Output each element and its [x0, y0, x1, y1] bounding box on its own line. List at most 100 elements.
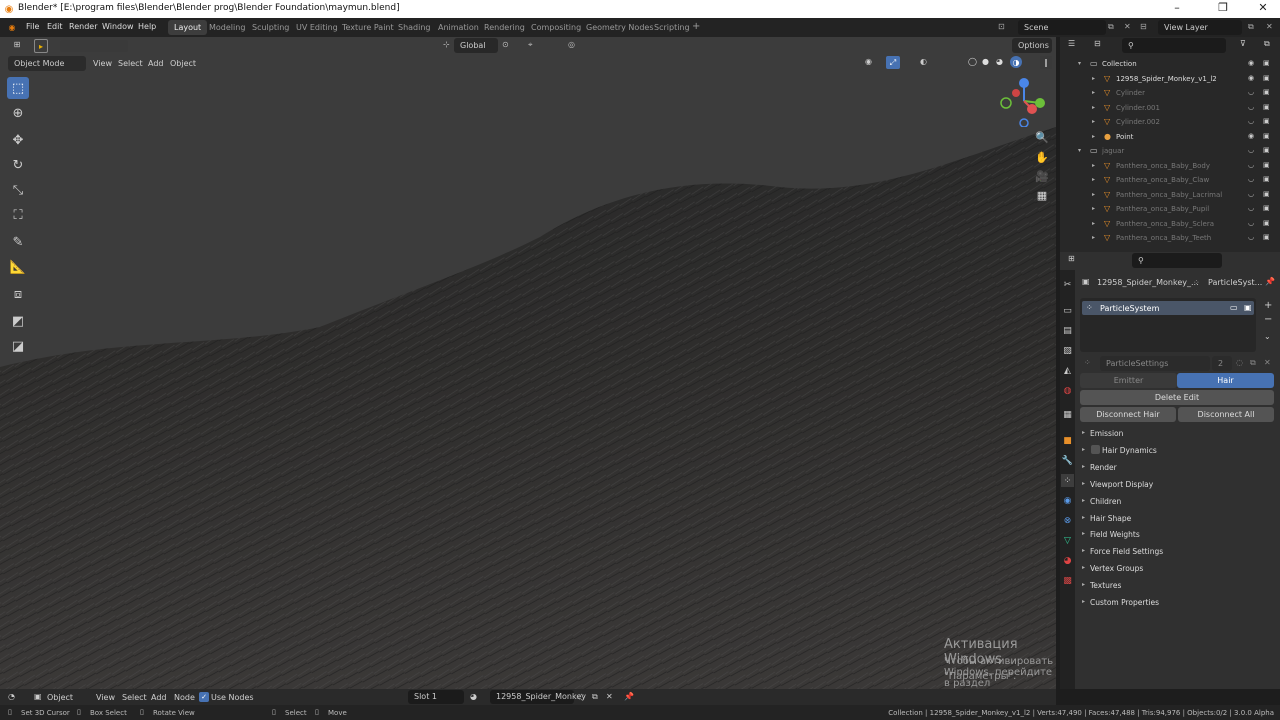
- expand-arrow-icon[interactable]: ▸: [1092, 75, 1095, 82]
- outliner-row[interactable]: ▸ ▽ Cylinder.001 ◡ ▣: [1060, 102, 1278, 116]
- physics-tab-icon[interactable]: ◉: [1061, 494, 1074, 507]
- render-camera-icon[interactable]: ▣: [1263, 204, 1270, 212]
- pin-material-icon[interactable]: 📌: [624, 692, 634, 701]
- scene-tab-icon[interactable]: ◭: [1061, 364, 1074, 377]
- menu-render[interactable]: Render: [69, 22, 97, 31]
- particle-system-item[interactable]: ⁘ ParticleSystem ▭ ▣: [1082, 301, 1254, 315]
- visibility-eye-icon[interactable]: ◡: [1248, 175, 1254, 183]
- tab-modeling[interactable]: Modeling: [203, 20, 251, 35]
- new-collection-icon[interactable]: ⧉: [1264, 39, 1270, 49]
- solid-shading-icon[interactable]: ●: [982, 57, 989, 66]
- bottom-editor-type-icon[interactable]: ◔: [8, 692, 15, 701]
- properties-search-input[interactable]: ⚲: [1132, 253, 1222, 268]
- expand-arrow-icon[interactable]: ▸: [1092, 176, 1095, 183]
- add-particle-system-icon[interactable]: +: [1264, 300, 1272, 311]
- render-camera-icon[interactable]: ▣: [1263, 74, 1270, 82]
- scene-icon[interactable]: ⊡: [998, 22, 1005, 31]
- particle-settings-field[interactable]: ParticleSettings: [1100, 356, 1210, 371]
- tab-layout[interactable]: Layout: [168, 20, 208, 35]
- render-camera-icon[interactable]: ▣: [1263, 161, 1270, 169]
- world-tab-icon[interactable]: ◍: [1061, 384, 1074, 397]
- panel-expand-arrow-icon[interactable]: ▸: [1082, 463, 1085, 470]
- tab-shading[interactable]: Shading: [392, 20, 437, 35]
- pan-view-icon[interactable]: ✋: [1034, 149, 1050, 165]
- expand-arrow-icon[interactable]: ▸: [1092, 220, 1095, 227]
- unlink-settings-icon[interactable]: ✕: [1264, 358, 1271, 367]
- render-camera-icon[interactable]: ▣: [1263, 88, 1270, 96]
- render-camera-icon[interactable]: ▣: [1263, 59, 1270, 67]
- outliner-row[interactable]: ▸ ▽ Cylinder.002 ◡ ▣: [1060, 116, 1278, 130]
- viewport-menu-select[interactable]: Select: [118, 59, 143, 68]
- visibility-eye-icon[interactable]: ◡: [1248, 146, 1254, 154]
- panel-expand-arrow-icon[interactable]: ▸: [1082, 514, 1085, 521]
- menu-window[interactable]: Window: [102, 22, 134, 31]
- perspective-toggle-icon[interactable]: ▦: [1034, 187, 1050, 203]
- output-tab-icon[interactable]: ▤: [1061, 324, 1074, 337]
- panel-expand-arrow-icon[interactable]: ▸: [1082, 480, 1085, 487]
- overlay-icon[interactable]: ◐: [920, 57, 927, 66]
- outliner-row[interactable]: ▸ ▽ Panthera_onca_Baby_Lacrimal ◡ ▣: [1060, 189, 1278, 203]
- outliner-row[interactable]: ▸ ▽ Panthera_onca_Baby_Body ◡ ▣: [1060, 160, 1278, 174]
- visibility-icon[interactable]: ◉: [865, 57, 872, 66]
- outliner-panel[interactable]: ☰ ⊟ ⚲ ⊽ ⧉ ▾ ▭ Collection ◉ ▣ ▸ ▽ 12958_Spider_M…: [1060, 37, 1280, 252]
- visibility-eye-icon[interactable]: ◡: [1248, 219, 1254, 227]
- camera-view-icon[interactable]: 🎥: [1034, 168, 1050, 184]
- tab-animation[interactable]: Animation: [432, 20, 485, 35]
- specials-menu-icon[interactable]: ⌄: [1264, 332, 1271, 341]
- shear-tool-icon[interactable]: ◩: [7, 310, 29, 332]
- material-shading-icon[interactable]: ◕: [996, 57, 1003, 66]
- visibility-eye-icon[interactable]: ◉: [1248, 74, 1254, 82]
- remove-particle-system-icon[interactable]: −: [1264, 314, 1272, 325]
- options-dropdown[interactable]: Options: [1012, 38, 1052, 53]
- transform-orientation-field[interactable]: Global: [454, 38, 498, 53]
- expand-arrow-icon[interactable]: ▸: [1092, 205, 1095, 212]
- visibility-eye-icon[interactable]: ◉: [1248, 132, 1254, 140]
- select-mode-buttons[interactable]: [60, 40, 128, 52]
- cursor-tool-icon[interactable]: ⊕: [7, 102, 29, 124]
- expand-arrow-icon[interactable]: ▸: [1092, 104, 1095, 111]
- select-box-tool-icon[interactable]: ⬚: [7, 77, 29, 99]
- use-nodes-checkbox[interactable]: ✓: [199, 692, 209, 702]
- hair-dynamics-checkbox[interactable]: [1091, 444, 1100, 454]
- to-sphere-tool-icon[interactable]: ◪: [7, 335, 29, 357]
- delete-view-layer-icon[interactable]: ✕: [1266, 22, 1273, 31]
- editor-type-icon[interactable]: ⊞: [8, 40, 26, 49]
- show-render-icon[interactable]: ▣: [1244, 303, 1252, 312]
- annotate-tool-icon[interactable]: ✎: [7, 231, 29, 253]
- new-scene-icon[interactable]: ⧉: [1108, 22, 1114, 32]
- expand-arrow-icon[interactable]: ▸: [1092, 234, 1095, 241]
- minimize-button[interactable]: –: [1162, 1, 1192, 17]
- unlink-material-icon[interactable]: ✕: [606, 692, 613, 701]
- texture-tab-icon[interactable]: ▩: [1061, 574, 1074, 587]
- render-camera-icon[interactable]: ▣: [1263, 103, 1270, 111]
- panel-field-weights[interactable]: ▸ Field Weights: [1080, 527, 1274, 542]
- panel-vertex-groups[interactable]: ▸ Vertex Groups: [1080, 561, 1274, 576]
- fake-user-shield-icon[interactable]: ◌: [578, 692, 585, 701]
- slot-dropdown[interactable]: Slot 1: [408, 690, 464, 704]
- duplicate-material-icon[interactable]: ⧉: [592, 692, 598, 702]
- panel-hair-dynamics[interactable]: ▸ Hair Dynamics: [1080, 443, 1274, 458]
- modifier-tab-icon[interactable]: 🔧: [1061, 454, 1074, 467]
- particles-tab-icon[interactable]: ⁘: [1061, 474, 1074, 487]
- expand-arrow-icon[interactable]: ▸: [1092, 133, 1095, 140]
- add-cube-tool-icon[interactable]: ⧈: [7, 283, 29, 305]
- menu-edit[interactable]: Edit: [47, 22, 63, 31]
- expand-arrow-icon[interactable]: ▸: [1092, 162, 1095, 169]
- render-camera-icon[interactable]: ▣: [1263, 132, 1270, 140]
- emitter-type-button[interactable]: Emitter: [1080, 373, 1177, 388]
- bottom-menu-add[interactable]: Add: [151, 693, 167, 702]
- render-tab-icon[interactable]: ▭: [1061, 304, 1074, 317]
- scene-field[interactable]: Scene: [1018, 20, 1106, 35]
- panel-expand-arrow-icon[interactable]: ▸: [1082, 497, 1085, 504]
- disconnect-all-button[interactable]: Disconnect All: [1178, 407, 1274, 422]
- outliner-editor-icon[interactable]: ☰: [1068, 39, 1075, 48]
- properties-editor-icon[interactable]: ⊞: [1068, 254, 1075, 263]
- visibility-eye-icon[interactable]: ◡: [1248, 103, 1254, 111]
- rendered-shading-icon[interactable]: ◑: [1010, 56, 1022, 68]
- toggle-sidebar-icon[interactable]: ‖: [1040, 56, 1052, 69]
- transform-orientation-icon[interactable]: ⊹: [443, 40, 450, 49]
- menu-file[interactable]: File: [26, 22, 39, 31]
- panel-expand-arrow-icon[interactable]: ▸: [1082, 429, 1085, 436]
- outliner-row[interactable]: ▾ ▭ jaguar ◡ ▣: [1060, 145, 1278, 159]
- add-workspace-icon[interactable]: +: [692, 21, 700, 32]
